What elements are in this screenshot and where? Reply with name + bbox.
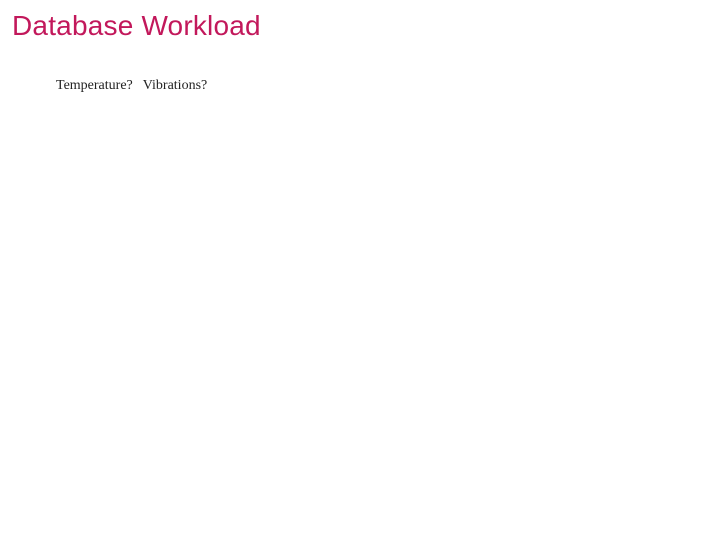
- slide-container: Database Workload Temperature? Vibration…: [0, 0, 720, 540]
- subtitle-row: Temperature? Vibrations?: [56, 78, 207, 94]
- page-title: Database Workload: [12, 10, 708, 42]
- subtitle-item-temperature: Temperature?: [56, 78, 133, 94]
- subtitle-item-vibrations: Vibrations?: [143, 78, 207, 94]
